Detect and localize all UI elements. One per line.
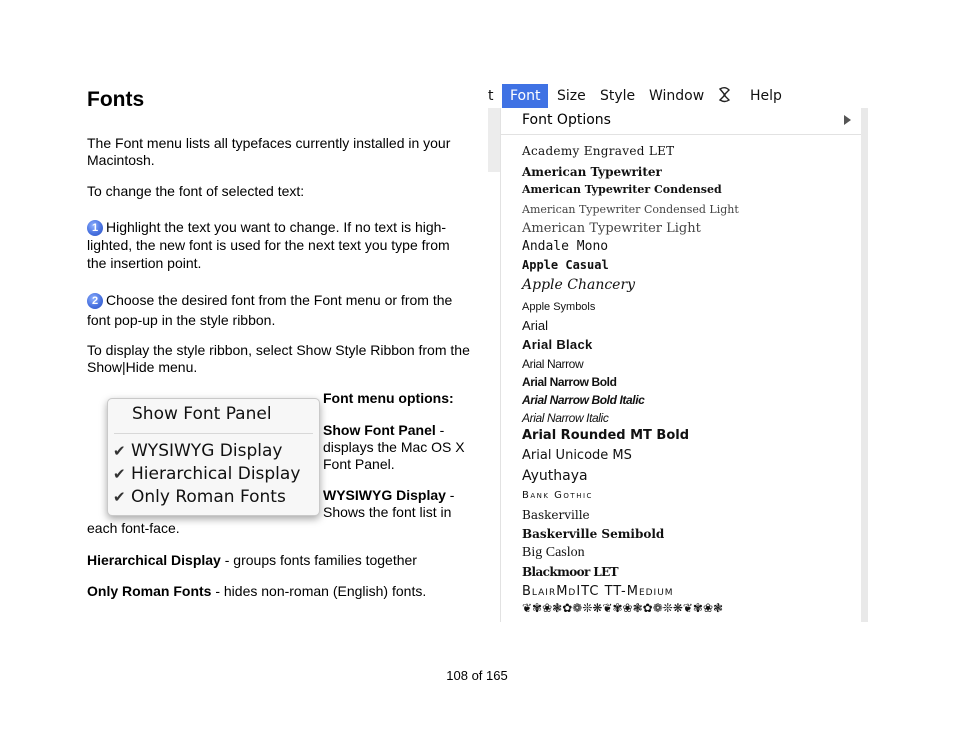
menu-size[interactable]: Size	[557, 88, 586, 104]
font-item[interactable]: Arial	[522, 318, 548, 333]
step-2: 2 Choose the desired font from the Font m…	[87, 292, 453, 328]
menu-help[interactable]: Help	[750, 88, 782, 104]
menu-window[interactable]: Window	[649, 88, 704, 104]
popup-hierarchical-display[interactable]: ✔ Hierarchical Display	[113, 464, 300, 484]
font-item[interactable]: Andale Mono	[522, 239, 608, 254]
intro-paragraph: The Font menu lists all typefaces curren…	[87, 135, 451, 168]
font-item[interactable]: Arial Unicode MS	[522, 448, 632, 463]
option-only-roman: Only Roman Fonts - hides non-roman (Engl…	[87, 583, 427, 599]
font-item[interactable]: ❦✾❀❃✿❁❊❋❦✾❀❃✿❁❊❋❦✾❀❃	[522, 601, 723, 615]
font-item[interactable]: Apple Chancery	[522, 277, 635, 293]
option-show-font-panel: Show Font Panel - displays the Mac OS X …	[323, 422, 465, 472]
menu-backdrop-right	[860, 108, 868, 622]
font-item[interactable]: Baskerville	[522, 508, 590, 522]
font-item[interactable]: BlairMdITC TT-Medium	[522, 584, 674, 599]
font-item[interactable]: Baskerville Semibold	[522, 527, 664, 541]
option-hierarchical: Hierarchical Display - groups fonts fami…	[87, 552, 417, 568]
checkmark-icon: ✔	[113, 465, 126, 483]
popup-separator	[114, 433, 313, 434]
checkmark-icon: ✔	[113, 488, 126, 506]
font-item[interactable]: Big Caslon	[522, 545, 585, 561]
step-number-1-icon: 1	[87, 220, 103, 236]
option-wysiwyg-continued: each font-face.	[87, 520, 180, 536]
font-options-item[interactable]: Font Options	[522, 112, 611, 128]
font-item[interactable]: Arial Narrow Italic	[522, 411, 609, 425]
popup-wysiwyg-display[interactable]: ✔ WYSIWYG Display	[113, 441, 282, 461]
font-menu-dropdown: Font Options Academy Engraved LET Americ…	[500, 108, 861, 622]
font-item[interactable]: Arial Black	[522, 337, 593, 352]
change-intro: To change the font of selected text:	[87, 183, 305, 199]
font-item[interactable]: American Typewriter Condensed Light	[522, 203, 739, 216]
font-item[interactable]: Arial Narrow Bold	[522, 375, 617, 389]
option-wysiwyg: WYSIWYG Display - Shows the font list in	[323, 487, 455, 520]
font-item[interactable]: American Typewriter Light	[522, 221, 701, 236]
menu-cut-item[interactable]: t	[488, 88, 494, 104]
popup-show-font-panel[interactable]: Show Font Panel	[132, 404, 272, 424]
font-item[interactable]: Academy Engraved LET	[522, 144, 674, 158]
ribbon-note: To display the style ribbon, select Show…	[87, 342, 470, 375]
script-icon[interactable]	[717, 86, 733, 108]
step-1: 1 Highlight the text you want to change. …	[87, 219, 450, 271]
font-item[interactable]: Ayuthaya	[522, 468, 588, 484]
font-item[interactable]: American Typewriter	[522, 165, 662, 179]
font-options-popup: Show Font Panel ✔ WYSIWYG Display ✔ Hierar…	[107, 398, 320, 516]
menu-separator	[501, 134, 861, 135]
font-item[interactable]: Apple Symbols	[522, 301, 595, 313]
font-item[interactable]: Arial Narrow Bold Italic	[522, 393, 645, 407]
page-number: 108 of 165	[446, 668, 508, 683]
font-item[interactable]: Apple Casual	[522, 258, 609, 272]
font-item[interactable]: Arial Rounded MT Bold	[522, 428, 689, 443]
menu-bar: t Font Size Style Window Help	[488, 84, 868, 108]
step-number-2-icon: 2	[87, 293, 103, 309]
options-heading: Font menu options:	[323, 390, 454, 406]
checkmark-icon: ✔	[113, 442, 126, 460]
font-item[interactable]: American Typewriter Condensed	[522, 183, 722, 196]
page-title: Fonts	[87, 88, 145, 111]
font-item[interactable]: Bank Gothic	[522, 490, 593, 501]
popup-only-roman-fonts[interactable]: ✔ Only Roman Fonts	[113, 487, 286, 507]
menu-style[interactable]: Style	[600, 88, 635, 104]
font-item[interactable]: Blackmoor LET	[522, 565, 619, 579]
submenu-arrow-icon	[844, 115, 851, 125]
font-item[interactable]: Arial Narrow	[522, 357, 584, 371]
menu-font[interactable]: Font	[502, 84, 549, 108]
